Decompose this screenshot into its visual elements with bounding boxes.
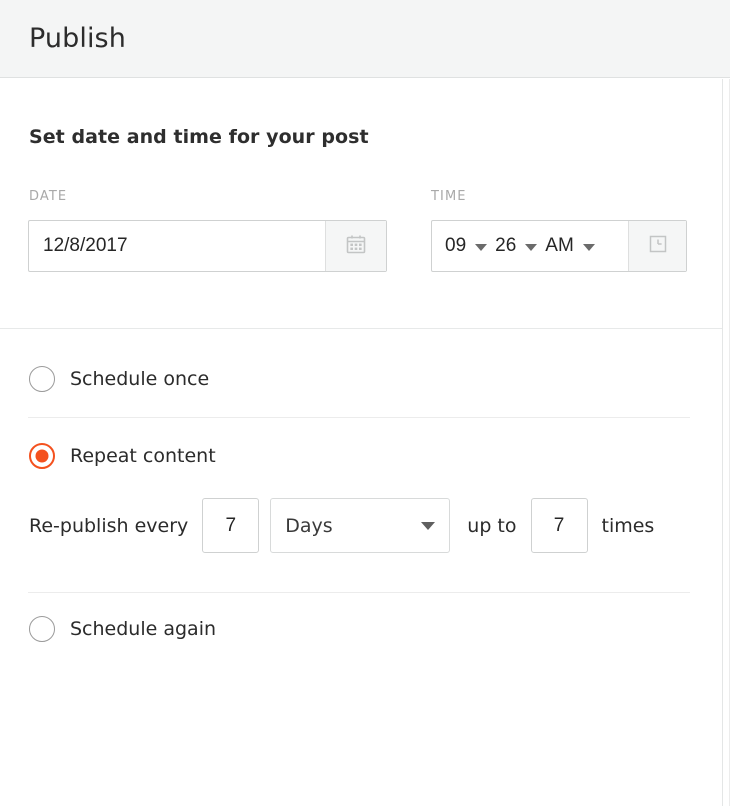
time-field-label: TIME bbox=[431, 189, 467, 204]
republish-unit-select[interactable]: Days bbox=[270, 498, 451, 553]
publish-panel: Publish Set date and time for your post … bbox=[0, 0, 730, 806]
republish-count-input[interactable]: 7 bbox=[530, 498, 588, 553]
time-field-group: 09 26 AM bbox=[431, 220, 687, 272]
option-repeat-content[interactable]: Repeat content bbox=[29, 443, 216, 469]
hour-caret-down-icon[interactable] bbox=[475, 243, 488, 251]
panel-right-border bbox=[722, 79, 723, 806]
time-meridiem-value[interactable]: AM bbox=[545, 235, 574, 257]
radio-schedule-once[interactable] bbox=[29, 366, 55, 392]
option-repeat-content-label: Repeat content bbox=[70, 445, 216, 467]
time-minute-value[interactable]: 26 bbox=[495, 235, 516, 257]
republish-prefix-label: Re-publish every bbox=[29, 514, 189, 537]
time-hour-value[interactable]: 09 bbox=[445, 235, 466, 257]
option-schedule-once[interactable]: Schedule once bbox=[29, 366, 209, 392]
radio-repeat-content[interactable] bbox=[29, 443, 55, 469]
date-field-label: DATE bbox=[29, 189, 68, 204]
date-time-section: Set date and time for your post DATE 12/… bbox=[0, 79, 722, 328]
republish-middle-label: up to bbox=[467, 514, 517, 537]
section-heading: Set date and time for your post bbox=[29, 126, 369, 148]
option-schedule-again-label: Schedule again bbox=[70, 618, 217, 640]
date-field-group: 12/8/2017 bbox=[28, 220, 387, 272]
republish-suffix-label: times bbox=[601, 514, 655, 537]
repeat-settings-row: Re-publish every 7 Days up to 7 times bbox=[29, 498, 654, 553]
chevron-down-icon bbox=[421, 521, 436, 530]
calendar-icon bbox=[345, 233, 367, 259]
time-picker-button[interactable] bbox=[628, 221, 686, 271]
option-schedule-again[interactable]: Schedule again bbox=[29, 616, 216, 642]
minute-caret-down-icon[interactable] bbox=[525, 243, 538, 251]
option-schedule-once-label: Schedule once bbox=[70, 368, 210, 390]
meridiem-caret-down-icon[interactable] bbox=[582, 243, 595, 251]
section-divider bbox=[0, 328, 722, 329]
option-divider-2 bbox=[28, 592, 690, 593]
option-divider-1 bbox=[28, 417, 690, 418]
time-segments: 09 26 AM bbox=[432, 221, 628, 271]
radio-schedule-again[interactable] bbox=[29, 616, 55, 642]
clock-icon bbox=[647, 233, 669, 259]
date-input[interactable]: 12/8/2017 bbox=[29, 221, 325, 271]
republish-interval-input[interactable]: 7 bbox=[202, 498, 260, 553]
republish-unit-value: Days bbox=[285, 514, 333, 537]
page-title: Publish bbox=[29, 23, 126, 54]
date-picker-button[interactable] bbox=[325, 221, 386, 271]
panel-header: Publish bbox=[0, 0, 730, 78]
